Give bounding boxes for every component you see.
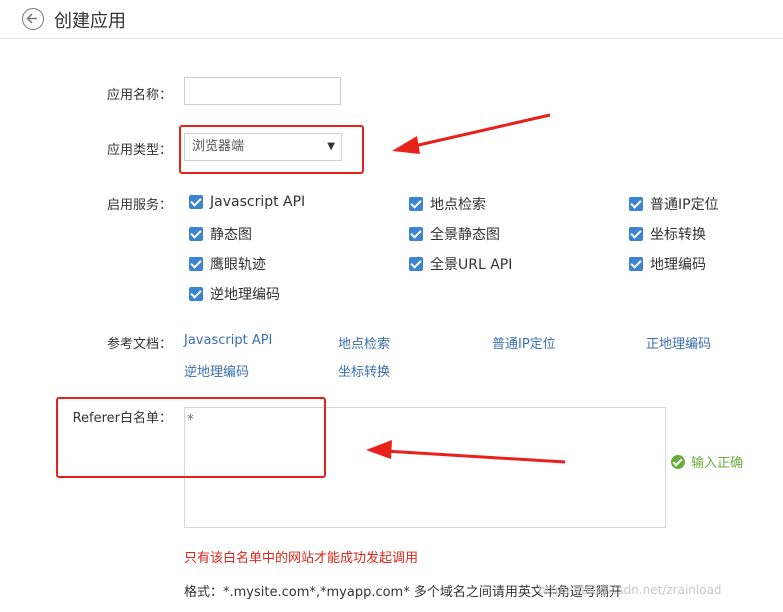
arrow-icon — [366, 440, 566, 464]
annotation-arrows — [366, 113, 566, 464]
arrow-icon — [392, 113, 551, 154]
